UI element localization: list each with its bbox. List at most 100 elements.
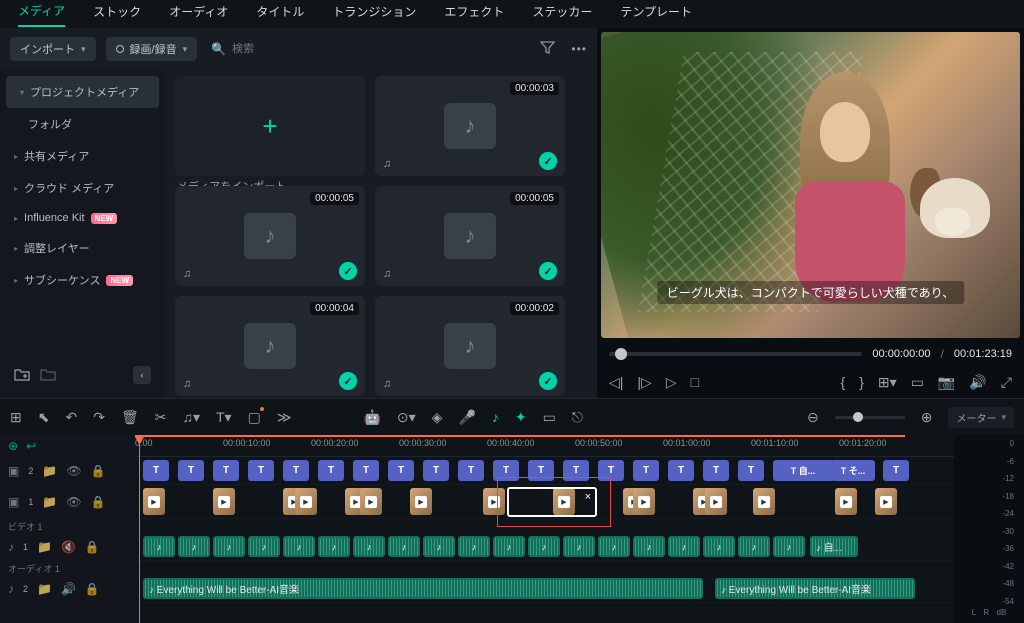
lock-icon[interactable]: 🔒 (85, 540, 100, 554)
mark-in-icon[interactable]: { (841, 374, 846, 390)
music-clip[interactable]: ♪ Everything Will be Better-AI音楽 (143, 578, 703, 599)
track-video[interactable]: ▶▶▶▶▶▶▶▶▶▶▶▶▶▶▶▶ (135, 485, 954, 519)
folder-icon[interactable]: 📁 (37, 582, 52, 596)
text-clip[interactable]: T (213, 460, 239, 481)
audio-clip[interactable]: ♪ (563, 536, 595, 557)
sidebar-item-project-media[interactable]: ▾プロジェクトメディア (6, 76, 159, 108)
folder-icon[interactable]: 📁 (37, 540, 52, 554)
track-text[interactable]: TTTTTTTTTTTTTTTTTTTTTT 自...T そ...T (135, 457, 954, 485)
folder-icon[interactable]: 📁 (42, 464, 57, 478)
text-clip[interactable]: T (458, 460, 484, 481)
audio-icon[interactable]: ♫▾ (182, 409, 200, 426)
audio-clip[interactable]: ♪ (458, 536, 490, 557)
text-clip[interactable]: T (668, 460, 694, 481)
search-box[interactable]: 🔍 (211, 42, 312, 56)
video-clip[interactable]: ▶ (410, 488, 432, 515)
scrub-head[interactable] (615, 348, 627, 360)
video-clip[interactable]: ▶ (753, 488, 775, 515)
redo-icon[interactable]: ↷ (93, 409, 105, 426)
zoom-slider[interactable] (835, 416, 905, 419)
sidebar-item-influence-kit[interactable]: ▸Influence KitNEW (0, 204, 165, 232)
snapshot-icon[interactable]: 📷 (938, 374, 955, 391)
delete-icon[interactable]: 🗑 (121, 409, 139, 426)
tab-template[interactable]: テンプレート (620, 3, 692, 26)
text-clip[interactable]: T (598, 460, 624, 481)
collapse-sidebar-icon[interactable]: ‹ (133, 366, 151, 384)
zoom-out-icon[interactable]: ⊖ (807, 409, 819, 426)
play-icon[interactable]: ▷ (666, 374, 677, 391)
audio-clip[interactable]: ♪ (493, 536, 525, 557)
mute-icon[interactable]: 🔇 (61, 540, 76, 554)
lock-icon[interactable]: 🔒 (85, 582, 100, 596)
import-dropdown[interactable]: インポート▾ (10, 37, 96, 61)
audio-clip[interactable]: ♪ (388, 536, 420, 557)
video-clip[interactable]: ▶ (295, 488, 317, 515)
video-clip[interactable]: ▶ (360, 488, 382, 515)
overflow-icon[interactable]: ≫ (277, 409, 292, 426)
tab-audio[interactable]: オーディオ (169, 3, 228, 26)
new-folder-icon[interactable] (14, 367, 30, 384)
folder-icon[interactable]: 📁 (42, 495, 57, 509)
text-clip[interactable]: T (738, 460, 764, 481)
speaker-icon[interactable]: 🔊 (61, 582, 76, 596)
video-clip[interactable]: ▶ (875, 488, 897, 515)
audio-clip[interactable]: ♪ (318, 536, 350, 557)
audio-clip[interactable]: ♪ (598, 536, 630, 557)
text-tool-icon[interactable]: T▾ (216, 409, 232, 426)
timeline-tracks[interactable]: 0:0000:00:10:0000:00:20:0000:00:30:0000:… (135, 435, 954, 623)
display-icon[interactable]: ▭ (911, 374, 924, 391)
record-dropdown[interactable]: 録画/録音▾ (106, 37, 198, 61)
search-input[interactable] (232, 43, 312, 55)
text-clip[interactable]: T (423, 460, 449, 481)
crop-icon[interactable]: ▢ (248, 409, 261, 426)
folder-icon[interactable] (40, 367, 56, 384)
stop-icon[interactable]: □ (691, 374, 699, 390)
marker-icon[interactable]: ◈ (432, 409, 443, 426)
magic-icon[interactable]: ✦ (515, 409, 527, 426)
play-pause-icon[interactable]: |▷ (637, 374, 651, 391)
track-header-audio1[interactable]: ♪1 📁 🔇 🔒 (0, 533, 135, 561)
video-clip[interactable]: ▶ (143, 488, 165, 515)
sidebar-item-subsequence[interactable]: ▸サブシーケンスNEW (0, 264, 165, 296)
video-clip[interactable]: ▶ (553, 488, 575, 515)
video-clip[interactable]: ▶ (835, 488, 857, 515)
eye-icon[interactable]: 👁 (66, 495, 81, 509)
mark-out-icon[interactable]: } (859, 374, 864, 390)
prev-frame-icon[interactable]: ◁| (609, 374, 623, 391)
media-clip[interactable]: 00:00:04 ♪ ♫ ✓ (175, 296, 365, 396)
track-header-text2[interactable]: ▣2 📁 👁 🔒 (0, 457, 135, 485)
sidebar-item-shared[interactable]: ▸共有メディア (0, 140, 165, 172)
music-tool-icon[interactable]: ♪ (492, 409, 499, 425)
import-card[interactable]: + メディアをインポート (175, 76, 365, 176)
text-clip[interactable]: T (633, 460, 659, 481)
aspect-icon[interactable]: ⊞▾ (878, 374, 897, 391)
more-icon[interactable]: ••• (571, 42, 587, 56)
video-clip[interactable]: ▶ (633, 488, 655, 515)
sidebar-item-cloud[interactable]: ▸クラウド メディア (0, 172, 165, 204)
audio-clip[interactable]: ♪ (633, 536, 665, 557)
add-track-icon[interactable]: ⊞ (10, 409, 22, 426)
media-clip[interactable]: 00:00:05 ♪ ♫ ✓ (175, 186, 365, 286)
split-icon[interactable]: ✂ (155, 409, 167, 426)
timeline-ruler[interactable]: 0:0000:00:10:0000:00:20:0000:00:30:0000:… (135, 435, 954, 457)
render-icon[interactable]: ▭ (543, 409, 556, 426)
tab-effect[interactable]: エフェクト (444, 3, 504, 26)
mixer-icon[interactable]: ⎋ (572, 409, 583, 426)
zoom-in-icon[interactable]: ⊕ (921, 409, 933, 426)
eye-icon[interactable]: 👁 (66, 464, 81, 478)
audio-clip[interactable]: ♪ (773, 536, 805, 557)
audio-clip[interactable]: ♪ (178, 536, 210, 557)
audio-clip[interactable]: ♪ (213, 536, 245, 557)
media-clip[interactable]: 00:00:03 ♪ ♫ ✓ (375, 76, 565, 176)
text-clip[interactable]: T (388, 460, 414, 481)
track-link-icon[interactable]: ↩ (26, 439, 36, 453)
text-clip[interactable]: T (883, 460, 909, 481)
playhead[interactable] (139, 435, 140, 623)
undo-icon[interactable]: ↶ (65, 409, 77, 426)
text-clip[interactable]: T (318, 460, 344, 481)
text-clip[interactable]: T (283, 460, 309, 481)
tab-title[interactable]: タイトル (256, 3, 304, 26)
text-clip[interactable]: T (178, 460, 204, 481)
audio-clip[interactable]: ♪ (738, 536, 770, 557)
text-clip[interactable]: T (143, 460, 169, 481)
